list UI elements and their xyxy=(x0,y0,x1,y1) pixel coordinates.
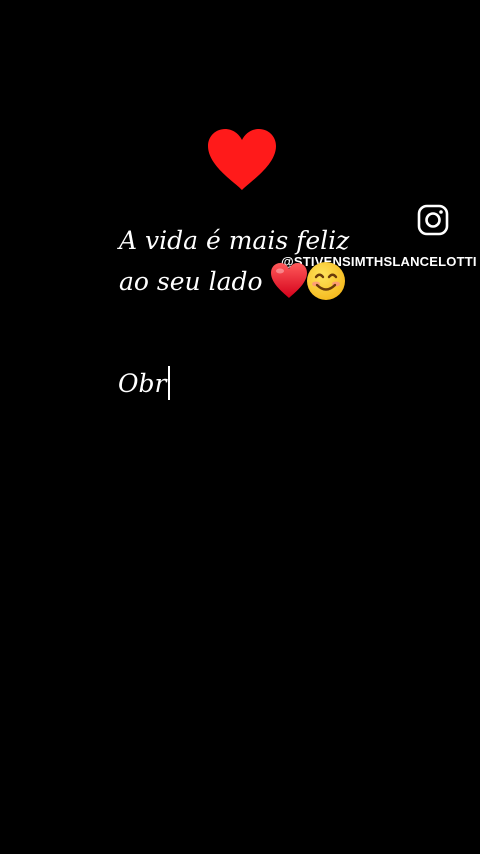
message-line-1: A vida é mais feliz xyxy=(119,226,350,255)
message-line-2-container: ao seu lado xyxy=(119,260,349,302)
typed-text: Obr xyxy=(118,369,167,398)
story-message: A vida é mais feliz ao seu lado xyxy=(119,222,349,302)
heart-emoji-icon xyxy=(270,263,307,298)
typing-text: Obr xyxy=(118,364,171,404)
story-screen: @STIVENSIMTHSLANCELOTTI A vida é mais fe… xyxy=(0,0,480,854)
red-heart-icon xyxy=(208,129,276,190)
message-line-2: ao seu lado xyxy=(119,267,263,296)
smiling-face-emoji-icon xyxy=(306,262,345,300)
instagram-icon xyxy=(417,204,449,236)
text-cursor xyxy=(168,366,171,400)
